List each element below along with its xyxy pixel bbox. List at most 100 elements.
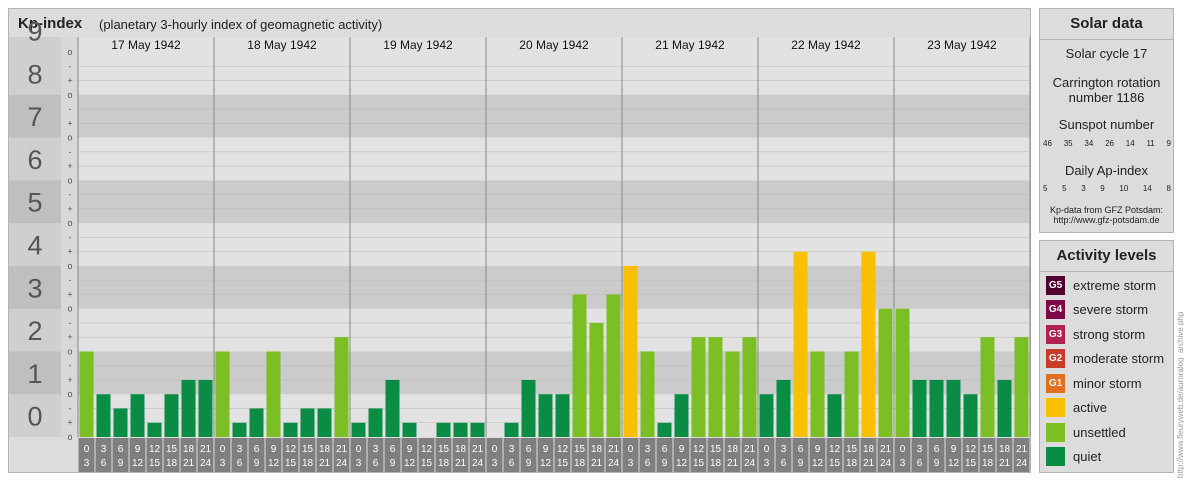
minor-tick-label: o xyxy=(67,47,72,57)
minor-tick-label: o xyxy=(67,304,72,314)
activity-level-swatch: G3 xyxy=(1046,324,1065,344)
interval-end-label: 18 xyxy=(302,458,314,469)
minor-tick-label: + xyxy=(67,289,72,299)
kp-bar xyxy=(198,379,213,437)
minor-tick-label: - xyxy=(69,232,72,242)
kp-bar xyxy=(708,337,723,437)
kp-bar xyxy=(470,422,485,437)
interval-end-label: 18 xyxy=(166,458,178,469)
interval-end-label: 21 xyxy=(591,458,603,469)
minor-tick-label: + xyxy=(67,118,72,128)
interval-start-label: 15 xyxy=(166,444,178,455)
minor-tick-label: o xyxy=(67,133,72,143)
kp-bar xyxy=(232,422,247,437)
interval-start-label: 12 xyxy=(285,444,297,455)
interval-start-label: 3 xyxy=(509,444,515,455)
date-label: 20 May 1942 xyxy=(519,38,589,52)
interval-start-label: 3 xyxy=(917,444,923,455)
sunspot-number: 11 xyxy=(1146,139,1155,148)
interval-end-label: 24 xyxy=(744,458,756,469)
interval-end-label: 3 xyxy=(84,458,90,469)
minor-tick-label: - xyxy=(69,361,72,371)
date-label: 18 May 1942 xyxy=(247,38,317,52)
minor-tick-label: - xyxy=(69,61,72,71)
interval-end-label: 24 xyxy=(336,458,348,469)
interval-start-label: 3 xyxy=(101,444,107,455)
interval-start-label: 0 xyxy=(84,444,90,455)
y-tick-label: 7 xyxy=(27,102,42,132)
y-tick-label: 1 xyxy=(27,359,42,389)
interval-end-label: 24 xyxy=(608,458,620,469)
interval-start-label: 21 xyxy=(608,444,620,455)
interval-start-label: 9 xyxy=(543,444,549,455)
interval-start-label: 3 xyxy=(373,444,379,455)
interval-start-label: 18 xyxy=(591,444,603,455)
minor-tick-label: o xyxy=(67,90,72,100)
minor-tick-label: + xyxy=(67,375,72,385)
interval-end-label: 6 xyxy=(373,458,379,469)
activity-level-item: G1 minor storm xyxy=(1046,373,1142,393)
interval-end-label: 12 xyxy=(676,458,688,469)
ap-index-value: 14 xyxy=(1142,184,1152,193)
interval-start-label: 0 xyxy=(764,444,770,455)
minor-tick-label: - xyxy=(69,104,72,114)
minor-tick-label: - xyxy=(69,275,72,285)
interval-start-label: 21 xyxy=(1016,444,1028,455)
interval-end-label: 15 xyxy=(829,458,841,469)
interval-end-label: 3 xyxy=(492,458,498,469)
activity-level-label: extreme storm xyxy=(1073,277,1157,293)
sunspot-number: 46 xyxy=(1043,139,1052,148)
plot-band xyxy=(78,265,1030,309)
interval-start-label: 6 xyxy=(526,444,532,455)
interval-start-label: 6 xyxy=(662,444,668,455)
interval-start-label: 6 xyxy=(798,444,804,455)
interval-start-label: 21 xyxy=(744,444,756,455)
sunspot-number: 35 xyxy=(1063,139,1073,148)
kp-bar xyxy=(759,394,774,437)
sunspot-number: 34 xyxy=(1084,139,1094,148)
interval-end-label: 21 xyxy=(727,458,739,469)
ap-index-value: 10 xyxy=(1119,184,1129,193)
interval-start-label: 0 xyxy=(628,444,634,455)
interval-start-label: 6 xyxy=(390,444,396,455)
interval-start-label: 9 xyxy=(407,444,413,455)
minor-tick-label: o xyxy=(67,218,72,228)
activity-level-item: G4 severe storm xyxy=(1046,300,1148,320)
carrington-rotation-line1: Carrington rotation xyxy=(1052,75,1161,90)
activity-level-label: moderate storm xyxy=(1073,351,1165,366)
date-label: 21 May 1942 xyxy=(655,38,725,52)
interval-end-label: 12 xyxy=(132,458,144,469)
activity-level-swatch xyxy=(1046,398,1065,417)
date-label: 19 May 1942 xyxy=(383,38,453,52)
ap-index-value: 8 xyxy=(1166,184,1171,193)
activity-level-label: strong storm xyxy=(1073,326,1146,342)
interval-end-label: 9 xyxy=(390,458,396,469)
minor-tick-label: o xyxy=(67,432,72,442)
sunspot-number: 26 xyxy=(1105,139,1114,148)
y-tick-label: 0 xyxy=(27,402,42,432)
interval-start-label: 12 xyxy=(421,444,433,455)
minor-tick-label: - xyxy=(69,403,72,413)
kp-bar xyxy=(742,337,757,437)
kp-bar-chart: o+-o+-o+-o+-o+-o+-o+-o+-o+-o0123456789 17… xyxy=(9,17,1031,472)
activity-level-label: quiet xyxy=(1073,449,1102,464)
activity-level-label: unsettled xyxy=(1073,424,1126,440)
interval-end-label: 3 xyxy=(628,458,634,469)
minor-tick-label: - xyxy=(69,147,72,157)
activity-level-item: G5 extreme storm xyxy=(1046,275,1156,295)
interval-end-label: 9 xyxy=(526,458,532,469)
interval-end-label: 24 xyxy=(1016,458,1028,469)
interval-end-label: 3 xyxy=(900,458,906,469)
interval-end-label: 15 xyxy=(149,458,161,469)
interval-end-label: 6 xyxy=(645,458,651,469)
sunspot-numbers: 46 35 34 26 14 11 9 xyxy=(1043,139,1171,148)
activity-level-label: active xyxy=(1073,400,1107,415)
kp-bar xyxy=(946,379,961,437)
kp-bar xyxy=(861,251,876,437)
activity-level-item: quiet xyxy=(1046,447,1101,467)
y-tick-label: 8 xyxy=(27,59,42,89)
interval-start-label: 9 xyxy=(951,444,957,455)
interval-start-label: 21 xyxy=(200,444,212,455)
kp-bar xyxy=(164,394,179,437)
interval-start-label: 15 xyxy=(438,444,450,455)
